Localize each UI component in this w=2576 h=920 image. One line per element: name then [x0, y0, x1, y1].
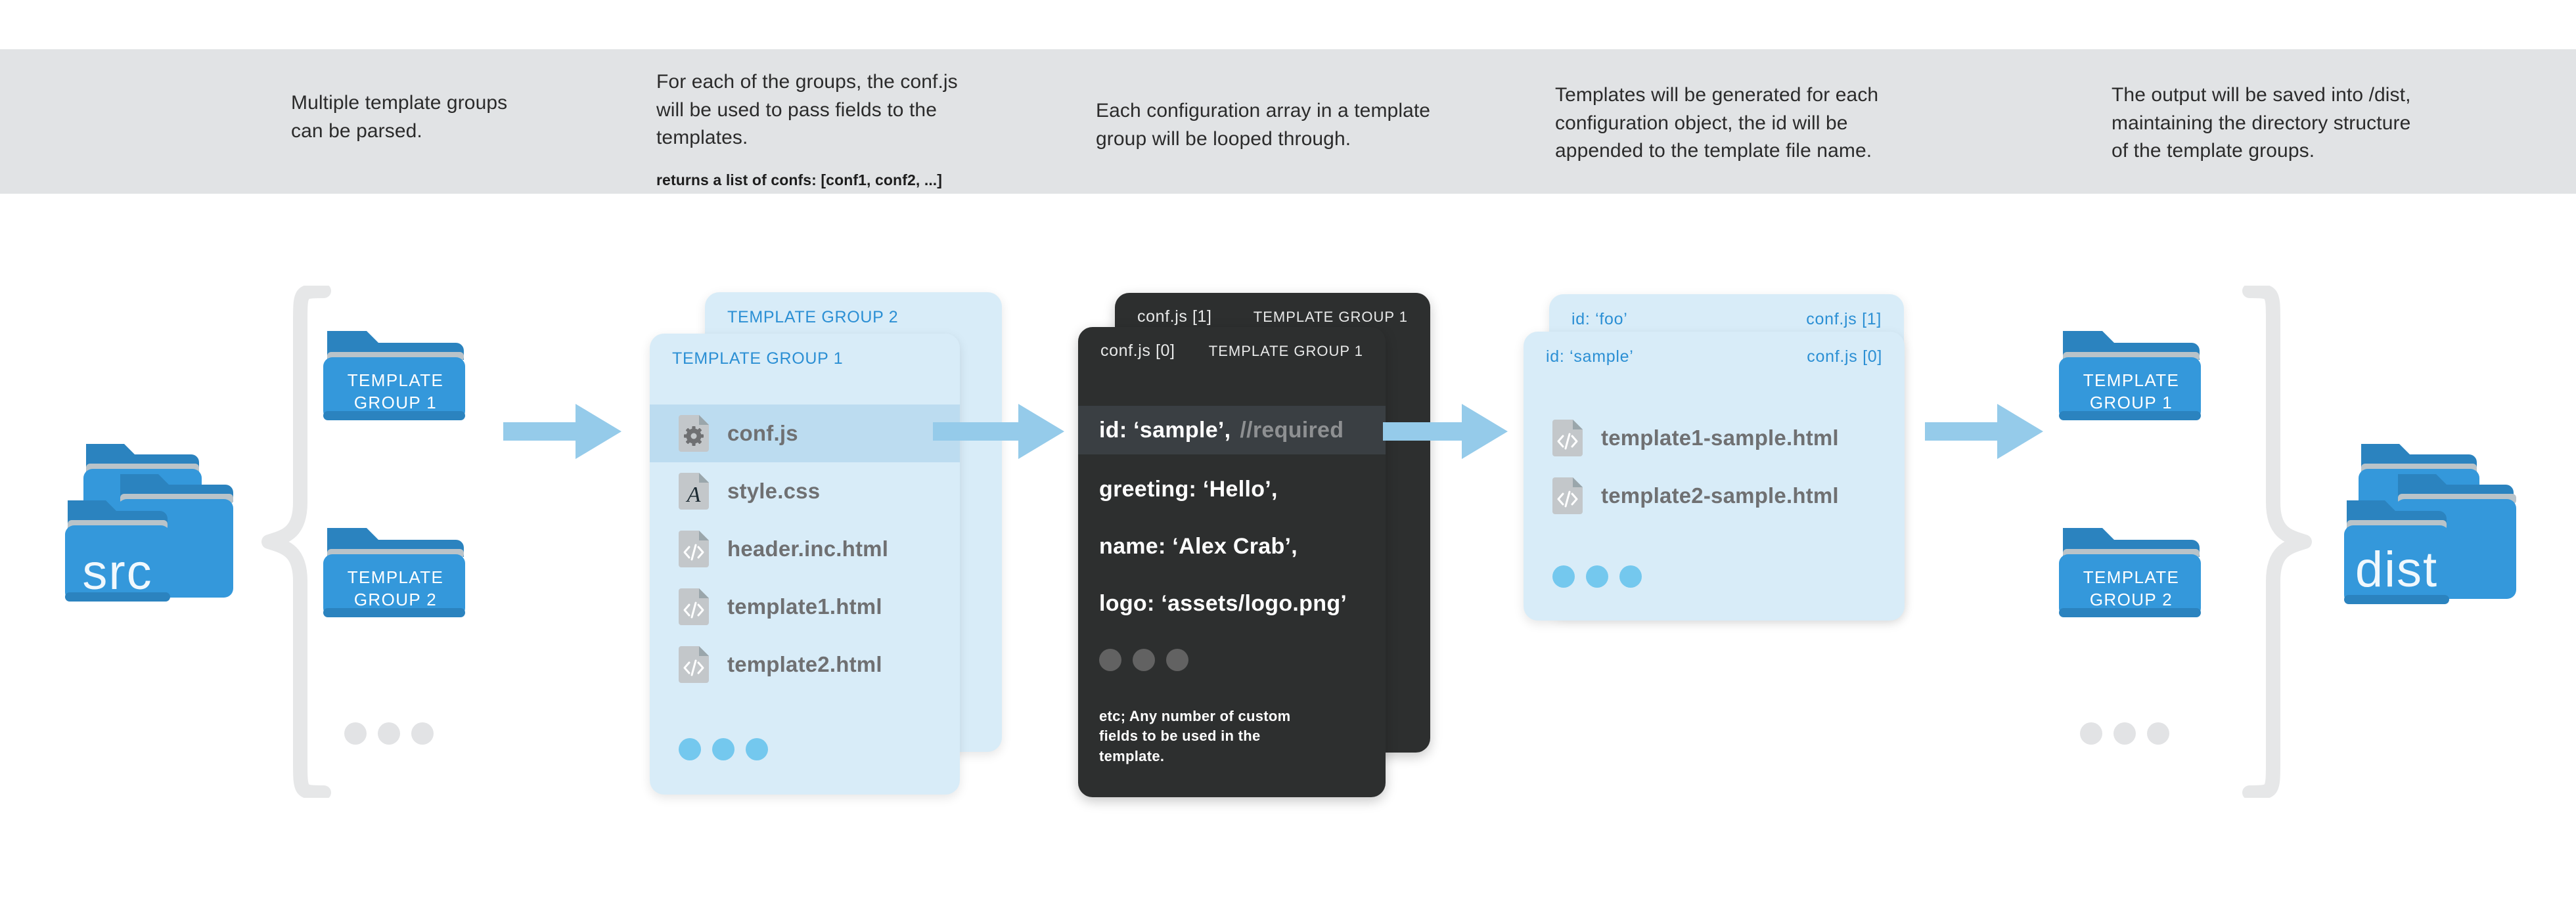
src-folder-stack: src: [62, 420, 233, 604]
file-row-template1-html[interactable]: template1.html: [650, 578, 960, 636]
caption-step-5: The output will be saved into /dist, mai…: [2112, 81, 2479, 165]
file-name: template1-sample.html: [1601, 426, 1839, 450]
file-row-template2-html[interactable]: template2.html: [650, 636, 960, 693]
arrow-stage4-to-stage5: [1925, 404, 2043, 459]
code-text: id: ‘sample’,: [1099, 417, 1231, 443]
caption-step-3: Each configuration array in a template g…: [1096, 97, 1477, 153]
code-text: name: ‘Alex Crab’,: [1099, 533, 1298, 559]
file-row-style-css[interactable]: A style.css: [650, 462, 960, 520]
folder-output-template-group-1: TEMPLATE GROUP 1: [2056, 328, 2206, 427]
code-line-greeting: greeting: ‘Hello’,: [1078, 465, 1386, 514]
code-file-icon: [1552, 420, 1583, 456]
arrow-stage1-to-stage2: [503, 404, 621, 459]
card-conf-label: conf.js [0]: [1807, 347, 1882, 366]
ellipsis-dots-stage3: [1099, 649, 1188, 671]
caption-text: Each configuration array in a template g…: [1096, 100, 1431, 150]
file-row-conf-js[interactable]: conf.js: [650, 405, 960, 462]
code-file-icon: [679, 588, 709, 625]
conf-js-0-card[interactable]: conf.js [0] TEMPLATE GROUP 1 id: ‘sample…: [1078, 327, 1386, 797]
caption-text: For each of the groups, the conf.js will…: [656, 71, 958, 149]
ellipsis-dots-stage5: [2080, 722, 2169, 745]
folder-template-group-2: TEMPLATE GROUP 2: [321, 525, 470, 624]
card-title: conf.js [1]: [1137, 307, 1212, 326]
file-name: template1.html: [727, 594, 882, 619]
right-brace-icon: [2242, 286, 2312, 798]
file-name: header.inc.html: [727, 537, 889, 561]
file-name: template2.html: [727, 652, 882, 676]
card-id-label: id: ‘foo’: [1571, 310, 1628, 328]
caption-step-4: Templates will be generated for each con…: [1555, 81, 1910, 165]
file-name: conf.js: [727, 421, 798, 445]
code-comment: //required: [1240, 417, 1344, 443]
dist-folder-stack: dist: [2338, 427, 2521, 617]
conf-js-0-output-card[interactable]: id: ‘sample’ conf.js [0] template1-sampl…: [1524, 332, 1905, 621]
file-row-template1-sample-html[interactable]: template1-sample.html: [1524, 409, 1905, 467]
caption-step-2: For each of the groups, the conf.js will…: [656, 68, 1024, 190]
caption-subnote: returns a list of confs: [conf1, conf2, …: [656, 171, 943, 188]
file-row-template2-sample-html[interactable]: template2-sample.html: [1524, 467, 1905, 525]
code-file-icon: [1552, 477, 1583, 514]
code-text: logo: ‘assets/logo.png’: [1099, 590, 1347, 616]
caption-text: Templates will be generated for each con…: [1555, 84, 1879, 162]
arrow-stage3-to-stage4: [1383, 404, 1508, 459]
code-file-icon: [679, 646, 709, 683]
card-group-label: TEMPLATE GROUP 1: [1253, 308, 1408, 325]
custom-fields-note: etc; Any number of custom fields to be u…: [1099, 708, 1291, 764]
file-row-header-inc-html[interactable]: header.inc.html: [650, 520, 960, 578]
file-list: conf.js A style.css header.inc.html temp…: [650, 405, 960, 693]
card-title: TEMPLATE GROUP 2: [727, 308, 899, 326]
template-group-1-card[interactable]: TEMPLATE GROUP 1 conf.js A style.css hea…: [650, 334, 960, 795]
folder-output-template-group-2: TEMPLATE GROUP 2: [2056, 525, 2206, 624]
ellipsis-dots-stage1: [344, 722, 434, 745]
caption-step-1: Multiple template groups can be parsed.: [291, 89, 659, 145]
card-title: TEMPLATE GROUP 1: [672, 349, 844, 368]
file-name: style.css: [727, 479, 821, 503]
file-name: template2-sample.html: [1601, 483, 1839, 508]
gear-file-icon: [679, 415, 709, 452]
ellipsis-dots-stage4: [1552, 565, 1642, 588]
folder-template-group-1: TEMPLATE GROUP 1: [321, 328, 470, 427]
code-line-logo: logo: ‘assets/logo.png’: [1078, 579, 1386, 628]
code-file-icon: [679, 531, 709, 567]
card-id-label: id: ‘sample’: [1546, 347, 1634, 366]
arrow-stage2-to-stage3: [933, 404, 1064, 459]
ellipsis-dots-stage2: [679, 738, 768, 760]
card-title: conf.js [0]: [1100, 341, 1175, 360]
caption-text: The output will be saved into /dist, mai…: [2112, 84, 2411, 162]
generated-file-list: template1-sample.html template2-sample.h…: [1524, 409, 1905, 525]
card-group-label: TEMPLATE GROUP 1: [1208, 342, 1363, 359]
svg-text:A: A: [686, 483, 701, 507]
card-conf-label: conf.js [1]: [1806, 310, 1882, 328]
code-line-id: id: ‘sample’, //required: [1078, 406, 1386, 454]
diagram-canvas: Multiple template groups can be parsed. …: [0, 0, 2576, 920]
code-line-name: name: ‘Alex Crab’,: [1078, 522, 1386, 571]
code-text: greeting: ‘Hello’,: [1099, 476, 1278, 502]
font-file-icon: A: [679, 473, 709, 510]
caption-text: Multiple template groups can be parsed.: [291, 92, 508, 142]
